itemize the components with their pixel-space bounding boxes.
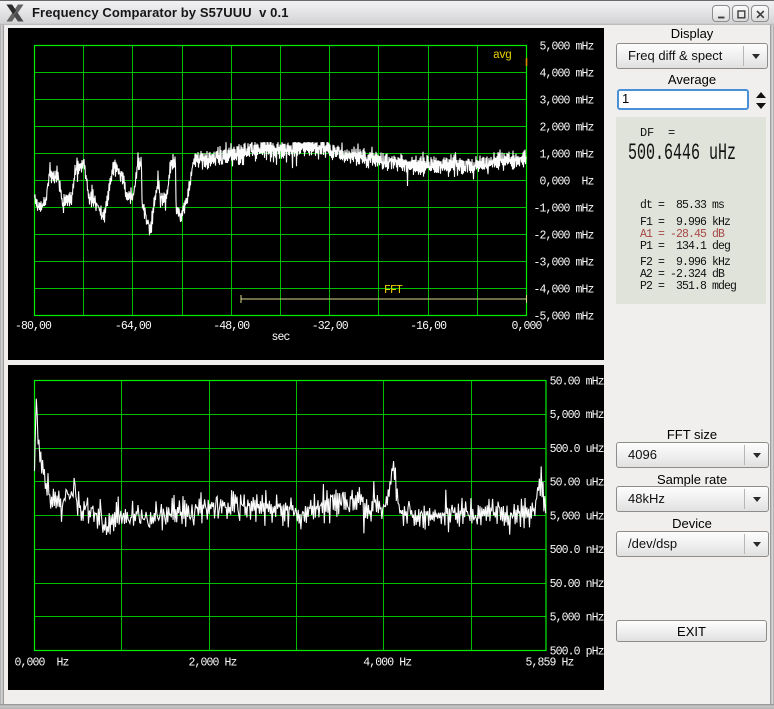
- svg-text:-1,000 mHz: -1,000 mHz: [534, 202, 594, 215]
- svg-text:-80,00: -80,00: [15, 320, 52, 333]
- svg-text:-3,000 mHz: -3,000 mHz: [534, 256, 594, 269]
- svg-text:sec: sec: [272, 331, 291, 344]
- svg-text:5,000 mHz: 5,000 mHz: [540, 40, 594, 53]
- svg-text:1,000 mHz: 1,000 mHz: [540, 148, 594, 161]
- svg-text:-2,000 mHz: -2,000 mHz: [534, 229, 594, 242]
- svg-text:4,000 mHz: 4,000 mHz: [540, 67, 594, 80]
- svg-text:5,859 Hz: 5,859 Hz: [526, 657, 574, 670]
- svg-text:4,000 Hz: 4,000 Hz: [363, 657, 411, 670]
- svg-text:3,000 mHz: 3,000 mHz: [540, 94, 594, 107]
- svg-text:0,000 Hz: 0,000 Hz: [15, 657, 69, 670]
- svg-text:-5,000 mHz: -5,000 mHz: [534, 310, 594, 323]
- svg-text:50.00 nHz: 50.00 nHz: [550, 578, 604, 591]
- svg-text:-16,00: -16,00: [410, 320, 447, 333]
- svg-text:-48,00: -48,00: [213, 320, 250, 333]
- svg-text:-4,000 mHz: -4,000 mHz: [534, 283, 594, 296]
- svg-text:5,000 nHz: 5,000 nHz: [550, 612, 604, 625]
- svg-text:0,000 Hz: 0,000 Hz: [540, 175, 594, 188]
- svg-text:2,000 Hz: 2,000 Hz: [189, 657, 237, 670]
- svg-text:-32,00: -32,00: [312, 320, 349, 333]
- svg-text:50.00 mHz: 50.00 mHz: [550, 375, 604, 388]
- svg-text:2,000 mHz: 2,000 mHz: [540, 121, 594, 134]
- svg-text:500.0 uHz: 500.0 uHz: [550, 443, 604, 456]
- svg-text:FFT: FFT: [384, 284, 403, 297]
- svg-text:5,000 uHz: 5,000 uHz: [550, 510, 604, 523]
- svg-text:500.0 nHz: 500.0 nHz: [550, 544, 604, 557]
- svg-text:0,000: 0,000: [512, 320, 543, 333]
- svg-text:50.00 uHz: 50.00 uHz: [550, 477, 604, 490]
- svg-text:-64,00: -64,00: [115, 320, 152, 333]
- svg-text:5,000 mHz: 5,000 mHz: [550, 409, 604, 422]
- svg-text:avg: avg: [493, 49, 511, 62]
